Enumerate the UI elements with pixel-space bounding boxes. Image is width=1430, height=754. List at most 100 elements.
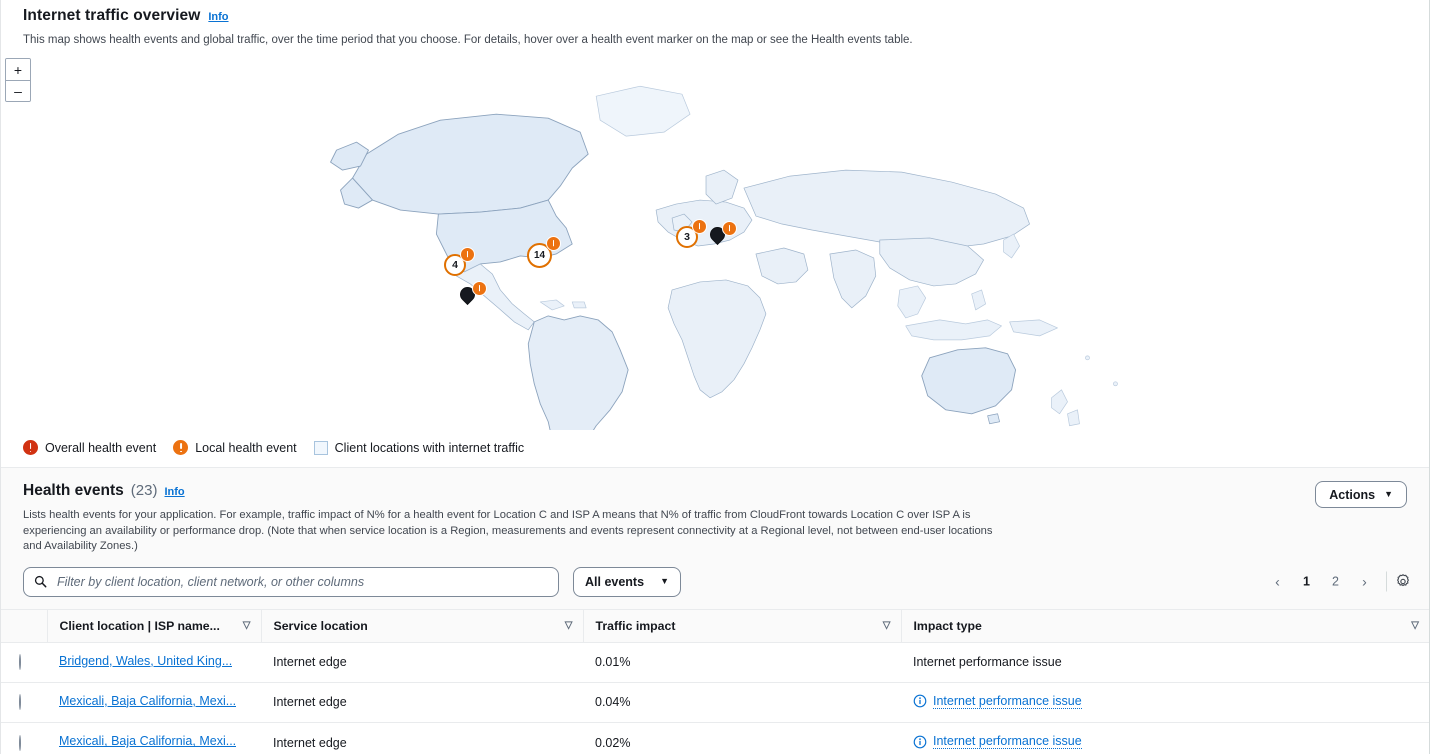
sort-icon[interactable]: ▽	[883, 621, 891, 631]
cell-traffic-impact: 0.01%	[583, 642, 901, 682]
traffic-impact-value: 0.04%	[595, 695, 630, 709]
event-type-filter-select[interactable]: All events ▼	[573, 567, 681, 597]
row-radio-button[interactable]	[19, 735, 21, 751]
impact-type-link[interactable]: Internet performance issue	[913, 694, 1082, 709]
map-zoom-controls[interactable]: + –	[5, 58, 31, 102]
row-radio-button[interactable]	[19, 654, 21, 670]
world-map-svg	[1, 58, 1429, 430]
alert-icon-orange	[173, 440, 188, 455]
actions-button[interactable]: Actions ▼	[1315, 481, 1407, 508]
legend-label: Client locations with internet traffic	[335, 441, 524, 455]
alert-icon-orange	[546, 236, 561, 251]
cell-impact-type: Internet performance issue	[901, 723, 1429, 754]
health-events-header: Health events (23) Info Lists health eve…	[1, 468, 1429, 555]
column-header-label: Traffic impact	[596, 619, 676, 633]
zoom-out-button[interactable]: –	[6, 80, 30, 101]
cell-impact-type: Internet performance issue	[901, 642, 1429, 682]
pagination-prev-button[interactable]: ‹	[1264, 568, 1291, 595]
cell-client-location: Bridgend, Wales, United King...	[47, 642, 261, 682]
cell-client-location: Mexicali, Baja California, Mexi...	[47, 723, 261, 754]
alert-icon-orange	[472, 281, 487, 296]
table-header: Client location | ISP name... ▽ Service …	[1, 609, 1429, 642]
sort-icon[interactable]: ▽	[1411, 621, 1419, 631]
impact-type-link[interactable]: Internet performance issue	[913, 734, 1082, 749]
cell-service-location: Internet edge	[261, 723, 583, 754]
impact-type-value: Internet performance issue	[913, 655, 1062, 669]
health-events-title: Health events	[23, 482, 124, 500]
cell-client-location: Mexicali, Baja California, Mexi...	[47, 682, 261, 723]
column-impact-type[interactable]: Impact type ▽	[901, 609, 1429, 642]
map-marker-cluster-united-kingdom[interactable]: 3	[676, 226, 698, 248]
alert-icon-red	[23, 440, 38, 455]
swatch-icon	[314, 441, 328, 455]
column-header-label: Client location | ISP name...	[60, 619, 220, 633]
pagination-divider	[1386, 572, 1387, 592]
alert-icon-orange	[692, 219, 707, 234]
impact-type-value: Internet performance issue	[933, 734, 1082, 749]
health-events-table: Client location | ISP name... ▽ Service …	[1, 609, 1429, 754]
health-events-count: (23)	[131, 482, 158, 499]
table-body: Bridgend, Wales, United King... Internet…	[1, 642, 1429, 754]
cell-traffic-impact: 0.04%	[583, 682, 901, 723]
actions-button-label: Actions	[1329, 488, 1375, 502]
row-radio-button[interactable]	[19, 694, 21, 710]
health-events-description: Lists health events for your application…	[23, 508, 1013, 555]
internet-traffic-overview-panel: Internet traffic overview Info This map …	[1, 0, 1429, 468]
search-input[interactable]	[55, 574, 548, 590]
page-title: Internet traffic overview	[23, 6, 200, 26]
pagination: ‹ 1 2 ›	[1264, 568, 1411, 595]
health-events-panel: Health events (23) Info Lists health eve…	[1, 468, 1429, 754]
sort-icon[interactable]: ▽	[565, 621, 573, 631]
search-icon	[34, 575, 47, 588]
map-marker-cluster-west-usa[interactable]: 4	[444, 254, 466, 276]
client-location-link[interactable]: Bridgend, Wales, United King...	[59, 654, 232, 668]
client-location-link[interactable]: Mexicali, Baja California, Mexi...	[59, 734, 236, 748]
alert-icon-orange	[460, 247, 475, 262]
table-row[interactable]: Bridgend, Wales, United King... Internet…	[1, 642, 1429, 682]
client-location-link[interactable]: Mexicali, Baja California, Mexi...	[59, 694, 236, 708]
gear-icon[interactable]	[1395, 574, 1411, 590]
map-description: This map shows health events and global …	[23, 33, 1407, 48]
column-header-label: Impact type	[914, 619, 982, 633]
zoom-in-button[interactable]: +	[6, 59, 30, 80]
health-events-info-link[interactable]: Info	[164, 485, 184, 499]
map-title-row: Internet traffic overview Info	[23, 6, 1407, 26]
legend-label: Overall health event	[45, 441, 156, 455]
service-location-value: Internet edge	[273, 655, 347, 669]
legend-item-client-locations: Client locations with internet traffic	[314, 441, 524, 455]
table-row[interactable]: Mexicali, Baja California, Mexi... Inter…	[1, 723, 1429, 754]
map-marker-pin-baja-california[interactable]	[460, 287, 475, 302]
impact-type-value: Internet performance issue	[933, 694, 1082, 709]
health-events-title-row: Health events (23) Info	[23, 482, 1407, 500]
service-location-value: Internet edge	[273, 695, 347, 709]
sort-icon[interactable]: ▽	[243, 621, 251, 631]
cell-service-location: Internet edge	[261, 642, 583, 682]
column-client-location[interactable]: Client location | ISP name... ▽	[47, 609, 261, 642]
cell-service-location: Internet edge	[261, 682, 583, 723]
map-info-link[interactable]: Info	[208, 10, 228, 24]
column-header-label: Service location	[274, 619, 368, 633]
service-location-value: Internet edge	[273, 736, 347, 750]
traffic-impact-value: 0.02%	[595, 736, 630, 750]
column-traffic-impact[interactable]: Traffic impact ▽	[583, 609, 901, 642]
legend-label: Local health event	[195, 441, 296, 455]
table-row[interactable]: Mexicali, Baja California, Mexi... Inter…	[1, 682, 1429, 723]
event-type-filter-label: All events	[585, 575, 644, 589]
row-select-cell	[1, 682, 47, 723]
world-map[interactable]: + – 4 14 3	[1, 58, 1429, 430]
legend-item-local-health-event: Local health event	[173, 440, 296, 455]
table-header-row: Client location | ISP name... ▽ Service …	[1, 609, 1429, 642]
map-marker-cluster-great-lakes[interactable]: 14	[527, 243, 552, 268]
column-service-location[interactable]: Service location ▽	[261, 609, 583, 642]
health-events-toolbar: All events ▼ ‹ 1 2 ›	[1, 555, 1429, 609]
chevron-down-icon: ▼	[660, 577, 669, 586]
pagination-page-2[interactable]: 2	[1322, 568, 1349, 595]
legend-item-overall-health-event: Overall health event	[23, 440, 156, 455]
pagination-next-button[interactable]: ›	[1351, 568, 1378, 595]
info-icon	[913, 694, 927, 708]
pagination-page-1[interactable]: 1	[1293, 568, 1320, 595]
internet-monitor-page: Internet traffic overview Info This map …	[0, 0, 1430, 754]
search-input-wrapper[interactable]	[23, 567, 559, 597]
traffic-impact-value: 0.01%	[595, 655, 630, 669]
map-marker-pin-germany[interactable]	[710, 227, 725, 242]
